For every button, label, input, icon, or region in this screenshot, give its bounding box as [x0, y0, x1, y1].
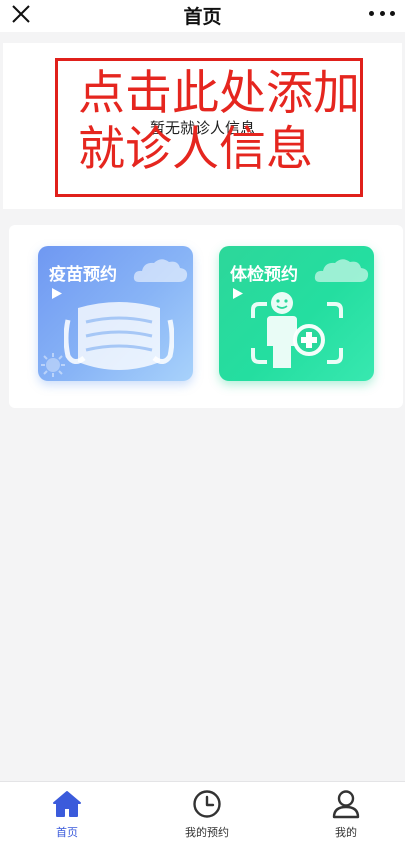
play-icon	[233, 288, 243, 299]
checkup-appointment-tile[interactable]: 体检预约	[219, 246, 374, 381]
bottom-tab-bar: 首页 我的预约 我的	[0, 781, 405, 843]
more-button[interactable]	[369, 6, 395, 20]
annotation-line-1: 点击此处添加	[78, 66, 360, 121]
tab-home[interactable]: 首页	[17, 788, 117, 842]
clock-icon	[193, 790, 221, 818]
user-icon	[332, 790, 360, 819]
face-mask-icon	[64, 302, 174, 370]
body-scan-icon	[251, 292, 343, 368]
checkup-appointment-label: 体检预约	[230, 265, 298, 285]
vaccine-appointment-label: 疫苗预约	[49, 265, 117, 285]
tab-my-appointments[interactable]: 我的预约	[157, 788, 257, 842]
page: 首页 暂无就诊人信息 点击此处添加 就诊人信息 疫苗预约 体检预约 首页 我的预…	[0, 0, 405, 843]
home-icon	[53, 791, 81, 817]
annotation-text: 点击此处添加 就诊人信息	[78, 66, 378, 178]
vaccine-appointment-tile[interactable]: 疫苗预约	[38, 246, 193, 381]
more-dots-icon	[369, 10, 374, 16]
service-card: 疫苗预约 体检预约	[9, 225, 403, 408]
virus-icon	[41, 353, 65, 377]
annotation-line-2: 就诊人信息	[78, 122, 313, 177]
page-title: 首页	[183, 6, 222, 28]
tab-mine-label: 我的	[335, 826, 357, 839]
tab-my-appointments-label: 我的预约	[185, 826, 229, 839]
cloud-icon	[314, 259, 369, 282]
top-bar: 首页	[0, 0, 405, 32]
play-icon	[52, 288, 62, 299]
cloud-icon	[133, 259, 188, 282]
tab-home-label: 首页	[56, 826, 78, 839]
tab-mine[interactable]: 我的	[296, 788, 396, 842]
